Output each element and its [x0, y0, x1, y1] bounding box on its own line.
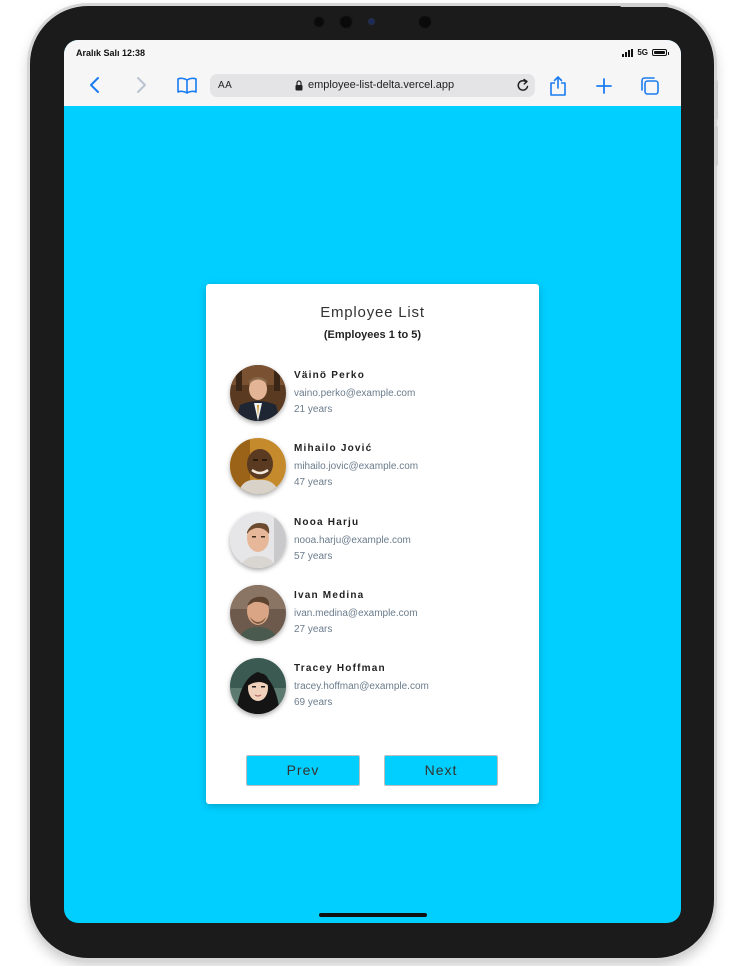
- employee-email: mihailo.jovic@example.com: [294, 461, 419, 472]
- bookmarks-icon[interactable]: [176, 76, 198, 94]
- employee-item: Väinö Perko vaino.perko@example.com 21 y…: [230, 365, 520, 423]
- lock-icon: [295, 80, 303, 91]
- battery-icon: [652, 49, 669, 56]
- employee-name: Tracey Hoffman: [294, 663, 386, 674]
- camera-lens-icon: [368, 18, 375, 25]
- employee-item: Ivan Medina ivan.medina@example.com 27 y…: [230, 585, 520, 643]
- employee-list-card: Employee List (Employees 1 to 5) Väinö P…: [206, 284, 539, 804]
- employee-age: 47 years: [294, 477, 333, 488]
- sensor-icon: [313, 16, 325, 28]
- employee-email: tracey.hoffman@example.com: [294, 681, 429, 692]
- employee-avatar: [230, 438, 286, 494]
- signal-icon: [622, 48, 634, 57]
- back-icon[interactable]: [86, 75, 104, 95]
- volume-up-button: [714, 80, 718, 120]
- forward-icon: [137, 77, 146, 93]
- next-button[interactable]: Next: [384, 755, 498, 786]
- reload-icon[interactable]: [516, 78, 530, 93]
- tabs-overview-icon[interactable]: [640, 76, 660, 96]
- employee-age: 27 years: [294, 624, 333, 635]
- employee-item: Tracey Hoffman tracey.hoffman@example.co…: [230, 658, 520, 716]
- employee-avatar: [230, 512, 286, 568]
- sensor-icon: [418, 15, 432, 29]
- network-label: 5G: [637, 48, 648, 57]
- volume-down-button: [714, 126, 718, 166]
- status-indicators: 5G: [622, 48, 669, 57]
- employee-avatar: [230, 658, 286, 714]
- employee-name: Ivan Medina: [294, 590, 365, 601]
- employee-age: 21 years: [294, 404, 333, 415]
- employee-avatar: [230, 585, 286, 641]
- reader-aa-button[interactable]: AA: [218, 80, 232, 91]
- card-title: Employee List: [320, 304, 425, 321]
- prev-button[interactable]: Prev: [246, 755, 360, 786]
- url-text: employee-list-delta.vercel.app: [308, 79, 455, 91]
- power-button: [620, 3, 668, 7]
- address-bar[interactable]: AA employee-list-delta.vercel.app: [210, 74, 535, 97]
- camera-icon: [339, 15, 353, 29]
- status-time: Aralık Salı 12:38: [76, 48, 146, 58]
- home-indicator[interactable]: [319, 913, 427, 917]
- employee-item: Mihailo Jović mihailo.jovic@example.com …: [230, 438, 520, 496]
- employee-email: nooa.harju@example.com: [294, 535, 411, 546]
- browser-toolbar: Aralık Salı 12:38 5G AA employee-list-de…: [64, 40, 681, 106]
- employee-name: Nooa Harju: [294, 517, 360, 528]
- employee-name: Mihailo Jović: [294, 443, 373, 454]
- card-subtitle: (Employees 1 to 5): [323, 329, 422, 341]
- new-tab-icon[interactable]: [595, 77, 613, 95]
- employee-avatar: [230, 365, 286, 421]
- screen: Aralık Salı 12:38 5G AA employee-list-de…: [64, 40, 681, 923]
- employee-name: Väinö Perko: [294, 370, 365, 381]
- share-icon[interactable]: [549, 75, 567, 97]
- employee-item: Nooa Harju nooa.harju@example.com 57 yea…: [230, 512, 520, 570]
- employee-age: 57 years: [294, 551, 333, 562]
- employee-age: 69 years: [294, 697, 333, 708]
- employee-email: ivan.medina@example.com: [294, 608, 418, 619]
- employee-email: vaino.perko@example.com: [294, 388, 416, 399]
